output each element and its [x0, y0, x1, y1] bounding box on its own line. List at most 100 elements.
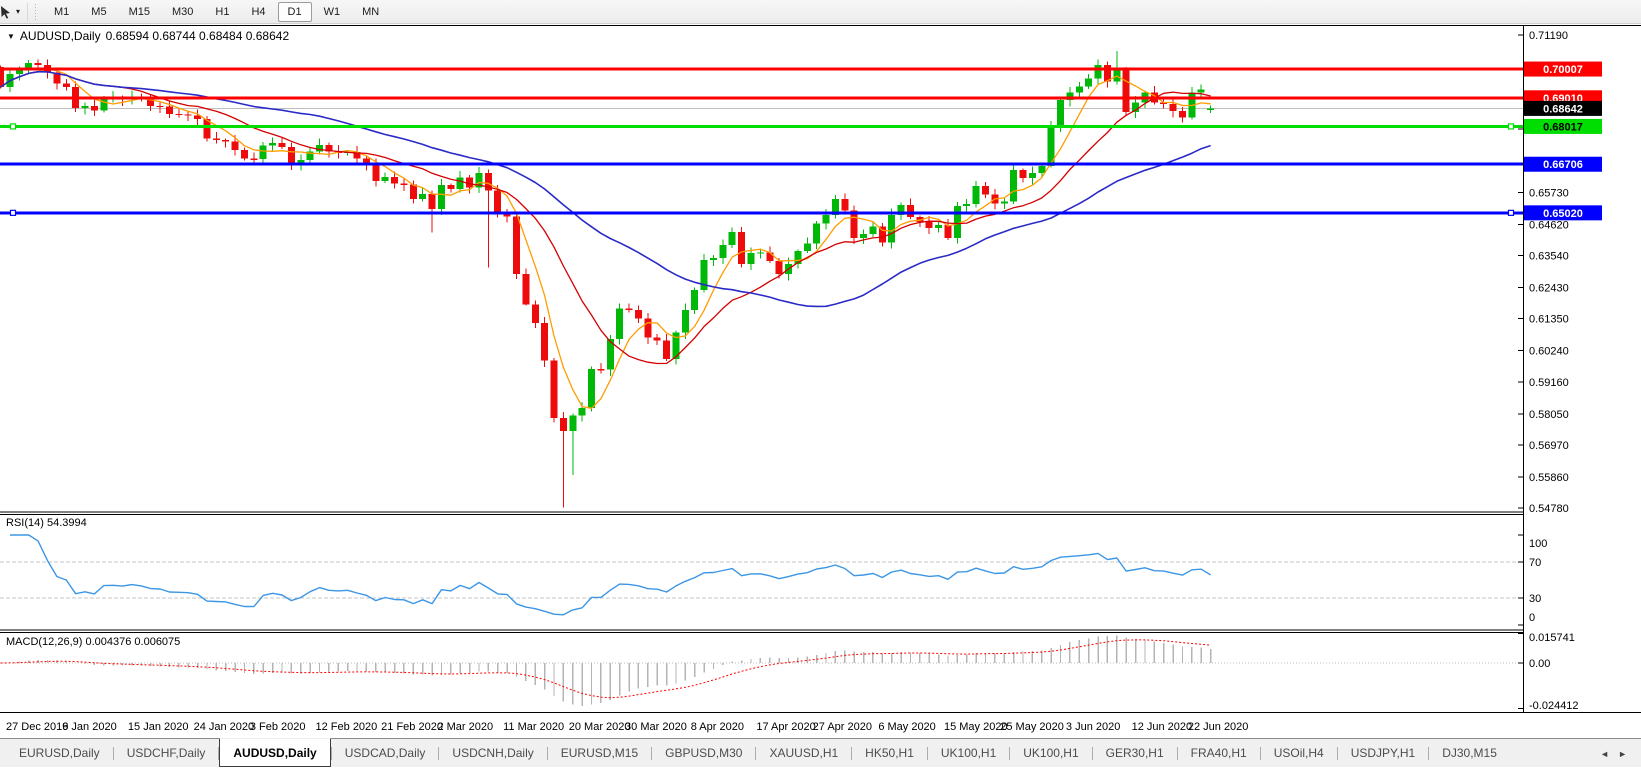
- candle-body: [757, 252, 764, 253]
- timeframe-m1-button[interactable]: M1: [44, 2, 79, 22]
- timeframe-mn-button[interactable]: MN: [352, 2, 389, 22]
- candle: [279, 138, 286, 149]
- candle-body: [888, 215, 895, 242]
- chart-tab-bar: EURUSD,DailyUSDCHF,DailyAUDUSD,DailyUSDC…: [0, 738, 1641, 767]
- candle-body: [522, 274, 529, 304]
- chart-title-arrow-icon[interactable]: ▼: [7, 32, 15, 41]
- macd-tick-label: 0.00: [1529, 658, 1550, 670]
- candle-body: [860, 234, 867, 238]
- candle-body: [91, 106, 98, 111]
- candle: [1207, 105, 1214, 112]
- candle-body: [719, 245, 726, 258]
- tab-audusd-daily[interactable]: AUDUSD,Daily: [219, 738, 330, 767]
- candle-body: [1207, 108, 1214, 109]
- date-label: 30 Mar 2020: [625, 721, 687, 733]
- candle: [1029, 167, 1036, 185]
- candle: [213, 132, 220, 144]
- candles: [0, 51, 1214, 508]
- toolbar: ▾ M1M5M15M30H1H4D1W1MN: [0, 0, 1641, 24]
- timeframe-h4-button[interactable]: H4: [241, 2, 275, 22]
- candle-body: [532, 304, 539, 323]
- line-handle[interactable]: [1509, 210, 1514, 215]
- candle: [898, 203, 905, 221]
- price-tick-label: 0.56970: [1529, 440, 1569, 452]
- candle: [475, 167, 482, 193]
- candle: [1020, 168, 1027, 182]
- candle-body: [654, 337, 661, 340]
- candle-body: [466, 177, 473, 187]
- date-label: 24 Jan 2020: [194, 721, 255, 733]
- timeframe-m15-button[interactable]: M15: [119, 2, 160, 22]
- candle-body: [185, 115, 192, 116]
- price-tick-label: 0.63540: [1529, 251, 1569, 263]
- timeframe-d1-button[interactable]: D1: [278, 2, 312, 22]
- rsi-tick-label: 30: [1529, 593, 1541, 605]
- candle-body: [1001, 201, 1008, 203]
- candle: [1123, 67, 1130, 116]
- candle: [813, 221, 820, 249]
- candle-body: [954, 206, 961, 238]
- tab-usdcad-daily[interactable]: USDCAD,Daily: [332, 739, 439, 767]
- chart-ohlc-values: 0.68594 0.68744 0.68484 0.68642: [106, 29, 290, 43]
- tab-usoil-h4[interactable]: USOil,H4: [1261, 739, 1337, 767]
- cursor-tool-icon[interactable]: [0, 3, 16, 21]
- tab-usdcnh-daily[interactable]: USDCNH,Daily: [439, 739, 546, 767]
- candle: [588, 366, 595, 411]
- tab-eurusd-m15[interactable]: EURUSD,M15: [548, 739, 651, 767]
- timeframe-h1-button[interactable]: H1: [205, 2, 239, 22]
- candle: [91, 100, 98, 116]
- candle: [447, 183, 454, 192]
- candle: [288, 142, 295, 169]
- candle: [438, 179, 445, 215]
- tab-xauusd-h1[interactable]: XAUUSD,H1: [756, 739, 851, 767]
- candle-body: [1038, 166, 1045, 173]
- candle: [1170, 98, 1177, 117]
- chart-canvas[interactable]: 0.711900.679200.657300.646200.635400.624…: [0, 0, 1641, 737]
- candle-body: [551, 360, 558, 418]
- chart-symbol-period: AUDUSD,Daily: [20, 29, 101, 43]
- ma-line-slow: [1, 72, 1211, 307]
- tab-usdchf-daily[interactable]: USDCHF,Daily: [114, 739, 219, 767]
- timeframe-m30-button[interactable]: M30: [162, 2, 203, 22]
- tab-gbpusd-m30[interactable]: GBPUSD,M30: [652, 739, 755, 767]
- candle: [701, 254, 708, 293]
- candle: [241, 147, 248, 160]
- tab-dj30-m15[interactable]: DJ30,M15: [1429, 739, 1510, 767]
- candle-body: [869, 226, 876, 234]
- candle: [663, 334, 670, 361]
- date-label: 27 Apr 2020: [813, 721, 872, 733]
- date-label: 8 Apr 2020: [691, 721, 744, 733]
- candle-body: [250, 159, 257, 160]
- candle-body: [748, 253, 755, 264]
- timeframe-w1-button[interactable]: W1: [314, 2, 351, 22]
- candle-body: [429, 194, 436, 209]
- line-handle[interactable]: [11, 124, 16, 129]
- tab-usdjpy-h1[interactable]: USDJPY,H1: [1338, 739, 1428, 767]
- candle: [1001, 198, 1008, 209]
- candle-body: [1123, 69, 1130, 112]
- tab-ger30-h1[interactable]: GER30,H1: [1093, 739, 1177, 767]
- candle: [569, 414, 576, 475]
- line-handle[interactable]: [11, 210, 16, 215]
- tab-hk50-h1[interactable]: HK50,H1: [852, 739, 927, 767]
- candle-body: [776, 261, 783, 274]
- toolbar-separator: [27, 3, 28, 21]
- line-handle[interactable]: [1509, 124, 1514, 129]
- candle-body: [579, 408, 586, 415]
- timeframe-m5-button[interactable]: M5: [81, 2, 116, 22]
- candle-body: [907, 205, 914, 217]
- tab-fra40-h1[interactable]: FRA40,H1: [1178, 739, 1260, 767]
- tab-uk100-h1[interactable]: UK100,H1: [1010, 739, 1091, 767]
- tab-uk100-h1[interactable]: UK100,H1: [928, 739, 1009, 767]
- toolbar-drag-handle[interactable]: [33, 4, 37, 20]
- candle-body: [100, 98, 107, 110]
- dropdown-caret-icon[interactable]: ▾: [16, 7, 24, 16]
- date-label: 15 Jan 2020: [128, 721, 189, 733]
- tabs-scroll-left-icon[interactable]: ◄: [1600, 749, 1609, 759]
- candle: [963, 199, 970, 212]
- date-label: 25 May 2020: [1000, 721, 1064, 733]
- tabs-scroll-right-icon[interactable]: ►: [1618, 749, 1627, 759]
- candle-body: [400, 184, 407, 185]
- tab-eurusd-daily[interactable]: EURUSD,Daily: [6, 739, 113, 767]
- candle-body: [626, 309, 633, 310]
